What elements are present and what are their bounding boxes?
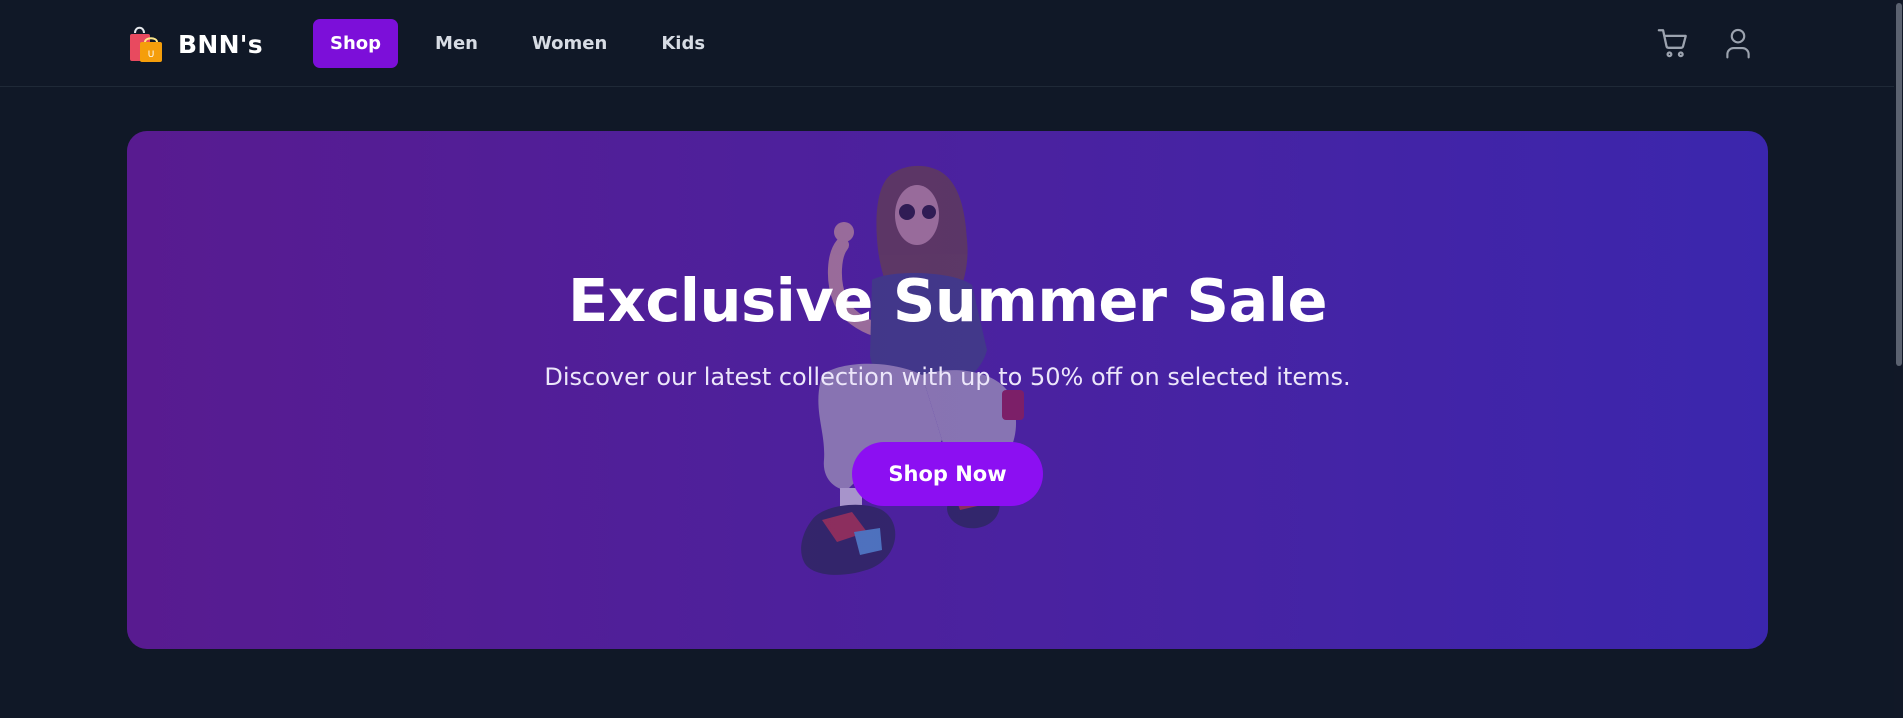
nav-item-kids[interactable]: Kids bbox=[644, 19, 722, 68]
nav-item-women[interactable]: Women bbox=[515, 19, 624, 68]
shopping-bag-icon: U bbox=[127, 24, 168, 65]
scrollbar-thumb[interactable] bbox=[1896, 3, 1902, 366]
nav-item-shop[interactable]: Shop bbox=[313, 19, 399, 68]
nav-actions bbox=[1656, 24, 1755, 62]
brand-name: BNN's bbox=[178, 29, 263, 59]
shop-now-button[interactable]: Shop Now bbox=[852, 442, 1043, 506]
nav-item-men[interactable]: Men bbox=[418, 19, 495, 68]
brand[interactable]: U BNN's bbox=[127, 22, 263, 66]
cart-icon[interactable] bbox=[1656, 24, 1690, 62]
hero-content: Exclusive Summer Sale Discover our lates… bbox=[127, 131, 1768, 649]
top-navbar: U BNN's Shop Men Women Kids bbox=[0, 0, 1903, 87]
user-icon[interactable] bbox=[1721, 24, 1755, 62]
hero-banner: Exclusive Summer Sale Discover our lates… bbox=[127, 131, 1768, 649]
svg-text:U: U bbox=[148, 50, 155, 60]
hero-subtitle: Discover our latest collection with up t… bbox=[544, 363, 1351, 391]
main-nav: Shop Men Women Kids bbox=[313, 19, 742, 68]
page-scrollbar[interactable] bbox=[1894, 0, 1903, 718]
hero-title: Exclusive Summer Sale bbox=[567, 266, 1328, 335]
